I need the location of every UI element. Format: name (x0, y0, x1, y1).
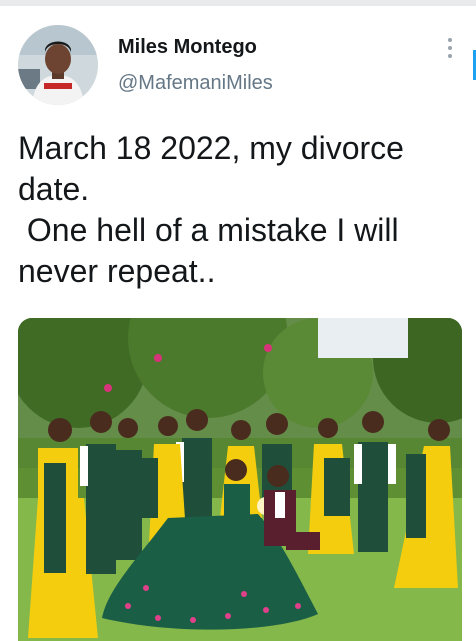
tweet-photo[interactable] (18, 318, 462, 641)
avatar-photo (18, 25, 98, 105)
more-vertical-icon[interactable] (444, 38, 456, 62)
profile-avatar[interactable] (18, 25, 98, 105)
author-handle[interactable]: @MafemaniMiles (118, 72, 273, 95)
wedding-party-photo (18, 318, 462, 641)
top-divider (0, 0, 476, 6)
more-dot (448, 54, 452, 58)
author-display-name[interactable]: Miles Montego (118, 36, 257, 59)
more-dot (448, 38, 452, 42)
tweet-text: March 18 2022, my divorce date. One hell… (18, 130, 404, 289)
more-dot (448, 46, 452, 50)
